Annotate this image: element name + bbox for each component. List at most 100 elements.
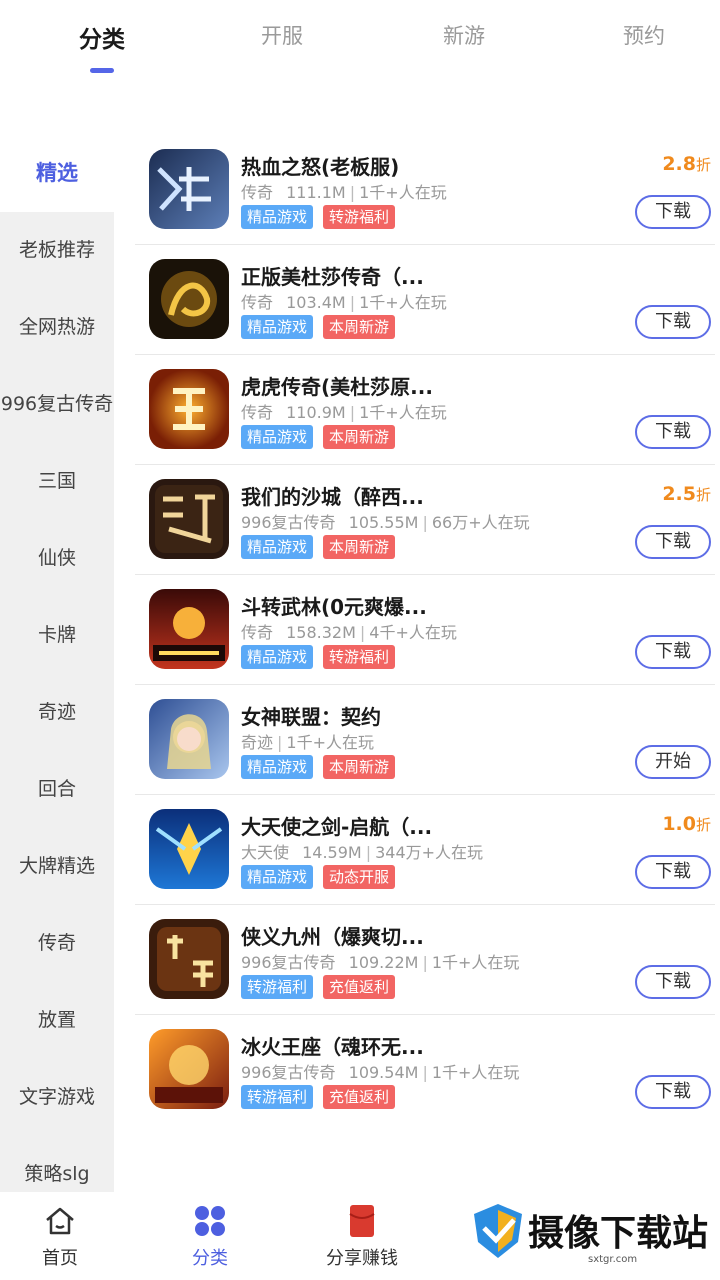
sidebar-item-card[interactable]: 卡牌 xyxy=(0,597,114,674)
game-size: 158.32M xyxy=(286,623,356,642)
game-players: 1千+人在玩 xyxy=(431,1063,520,1082)
game-tags: 转游福利 充值返利 xyxy=(241,975,405,999)
sidebar-item-xianxia[interactable]: 仙侠 xyxy=(0,520,114,597)
sidebar-item-hot[interactable]: 全网热游 xyxy=(0,289,114,366)
game-title: 侠义九州（爆爽切... xyxy=(241,925,424,949)
download-button[interactable]: 下载 xyxy=(635,1075,711,1109)
game-category: 传奇 xyxy=(241,183,274,202)
nav-home[interactable]: 首页 xyxy=(0,1202,120,1270)
game-size: 109.54M xyxy=(348,1063,419,1082)
game-title: 冰火王座（魂环无... xyxy=(241,1035,424,1059)
download-button[interactable]: 下载 xyxy=(635,415,711,449)
download-button[interactable]: 下载 xyxy=(635,305,711,339)
tag-badge: 精品游戏 xyxy=(241,645,314,669)
game-row[interactable]: 大天使之剑-启航（... 大天使 14.59M | 344万+人在玩 精品游戏 动态开… xyxy=(135,795,715,905)
game-size: 103.4M xyxy=(286,293,346,312)
tab-label: 预约 xyxy=(623,24,665,48)
download-button[interactable]: 下载 xyxy=(635,635,711,669)
tab-category[interactable]: 分类 xyxy=(42,20,162,73)
game-tags: 精品游戏 动态开服 xyxy=(241,865,405,889)
ice-snow-game-icon xyxy=(149,149,229,229)
tag-badge: 精品游戏 xyxy=(241,755,314,779)
sidebar-item-text-game[interactable]: 文字游戏 xyxy=(0,1059,114,1136)
tag-badge: 动态开服 xyxy=(323,865,396,889)
download-button[interactable]: 下载 xyxy=(635,855,711,889)
home-icon xyxy=(0,1202,120,1240)
tag-badge: 精品游戏 xyxy=(241,315,314,339)
start-button[interactable]: 开始 xyxy=(635,745,711,779)
app-screen: 分类 开服 新游 预约 精选 老板推荐 全网热游 996复古传奇 三国 仙侠 卡… xyxy=(0,0,720,1280)
game-meta: 传奇 111.1M | 1千+人在玩 xyxy=(241,183,447,202)
tag-badge: 转游福利 xyxy=(323,645,396,669)
category-sidebar: 精选 老板推荐 全网热游 996复古传奇 三国 仙侠 卡牌 奇迹 回合 大牌精选… xyxy=(0,135,114,1213)
game-title: 正版美杜莎传奇（... xyxy=(241,265,424,289)
game-tags: 精品游戏 转游福利 xyxy=(241,205,405,229)
watermark: 摄像下载站 sxtgr.com xyxy=(472,1198,712,1272)
game-players: 1千+人在玩 xyxy=(359,293,447,312)
tab-label: 新游 xyxy=(443,24,485,48)
game-category: 传奇 xyxy=(241,293,274,312)
sidebar-item-996-retro[interactable]: 996复古传奇 xyxy=(0,366,114,443)
tag-badge: 转游福利 xyxy=(241,1085,314,1109)
sidebar-item-idle[interactable]: 放置 xyxy=(0,982,114,1059)
sidebar-item-legend[interactable]: 传奇 xyxy=(0,905,114,982)
tag-badge: 转游福利 xyxy=(241,975,314,999)
game-category: 996复古传奇 xyxy=(241,1063,336,1082)
game-row[interactable]: 正版美杜莎传奇（... 传奇 103.4M | 1千+人在玩 精品游戏 本周新游 下载 xyxy=(135,245,715,355)
game-tags: 精品游戏 本周新游 xyxy=(241,755,405,779)
sidebar-item-miracle[interactable]: 奇迹 xyxy=(0,674,114,751)
download-button[interactable]: 下载 xyxy=(635,525,711,559)
sidebar-item-boss-recommend[interactable]: 老板推荐 xyxy=(0,212,114,289)
game-tags: 精品游戏 本周新游 xyxy=(241,535,405,559)
game-title: 斗转武林(0元爽爆... xyxy=(241,595,427,619)
game-meta: 996复古传奇 109.22M | 1千+人在玩 xyxy=(241,953,520,972)
tab-label: 开服 xyxy=(261,24,303,48)
discount-label: 2.8折 xyxy=(662,153,711,175)
sidebar-item-turn-based[interactable]: 回合 xyxy=(0,751,114,828)
game-tags: 精品游戏 本周新游 xyxy=(241,425,405,449)
nav-share-earn[interactable]: 分享赚钱 xyxy=(302,1202,422,1270)
game-row[interactable]: 斗转武林(0元爽爆... 传奇 158.32M | 4千+人在玩 精品游戏 转游福利 … xyxy=(135,575,715,685)
game-tags: 精品游戏 转游福利 xyxy=(241,645,405,669)
game-row[interactable]: 冰火王座（魂环无... 996复古传奇 109.54M | 1千+人在玩 转游福利充… xyxy=(135,1015,715,1125)
zuixiyou-game-icon xyxy=(149,479,229,559)
discount-label: 2.5折 xyxy=(662,483,711,505)
game-row[interactable]: 女神联盟：契约 奇迹 | 1千+人在玩 精品游戏 本周新游 开始 xyxy=(135,685,715,795)
game-players: 1千+人在玩 xyxy=(286,733,374,752)
game-row[interactable]: 侠义九州（爆爽切... 996复古传奇 109.22M | 1千+人在玩 转游福利充… xyxy=(135,905,715,1015)
tab-reserve[interactable]: 预约 xyxy=(584,20,704,50)
nav-category[interactable]: 分类 xyxy=(150,1202,270,1270)
nav-label: 分享赚钱 xyxy=(326,1248,398,1269)
active-tab-indicator xyxy=(90,68,114,73)
game-tags: 精品游戏 本周新游 xyxy=(241,315,405,339)
game-players: 1千+人在玩 xyxy=(431,953,520,972)
tag-badge: 本周新游 xyxy=(323,425,396,449)
game-category: 大天使 xyxy=(241,843,290,862)
ice-fire-game-icon xyxy=(149,1029,229,1109)
game-row[interactable]: 虎虎传奇(美杜莎原... 传奇 110.9M | 1千+人在玩 精品游戏 本周新游 下… xyxy=(135,355,715,465)
game-row[interactable]: 热血之怒(老板服) 传奇 111.1M | 1千+人在玩 精品游戏 转游福利 2.8折… xyxy=(135,135,715,245)
nav-label: 分类 xyxy=(192,1248,228,1269)
tag-badge: 本周新游 xyxy=(323,315,396,339)
download-button[interactable]: 下载 xyxy=(635,195,711,229)
sidebar-item-featured[interactable]: 精选 xyxy=(0,135,114,212)
sidebar-item-big-brand[interactable]: 大牌精选 xyxy=(0,828,114,905)
game-size: 14.59M xyxy=(302,843,362,862)
game-meta: 传奇 110.9M | 1千+人在玩 xyxy=(241,403,447,422)
sidebar-item-three-kingdoms[interactable]: 三国 xyxy=(0,443,114,520)
game-tags: 转游福利 充值返利 xyxy=(241,1085,405,1109)
download-button[interactable]: 下载 xyxy=(635,965,711,999)
game-title: 女神联盟：契约 xyxy=(241,705,381,729)
game-category: 传奇 xyxy=(241,623,274,642)
game-title: 虎虎传奇(美杜莎原... xyxy=(241,375,433,399)
game-category: 996复古传奇 xyxy=(241,513,336,532)
game-meta: 奇迹 | 1千+人在玩 xyxy=(241,733,374,752)
game-category: 996复古传奇 xyxy=(241,953,336,972)
tag-badge: 精品游戏 xyxy=(241,535,314,559)
game-row[interactable]: 我们的沙城（醉西... 996复古传奇 105.55M | 66万+人在玩 精品游戏… xyxy=(135,465,715,575)
wulin-game-icon xyxy=(149,589,229,669)
tab-server-open[interactable]: 开服 xyxy=(222,20,342,50)
game-meta: 传奇 103.4M | 1千+人在玩 xyxy=(241,293,447,312)
tab-new-games[interactable]: 新游 xyxy=(404,20,524,50)
watermark-url: sxtgr.com xyxy=(588,1254,638,1265)
